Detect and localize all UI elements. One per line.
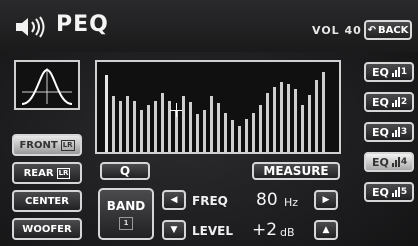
eq-band-bar [252, 113, 255, 152]
eq-preset-number: 5 [400, 187, 408, 197]
eq-band-bar [294, 89, 297, 152]
eq-band-bar [147, 105, 150, 152]
triangle-right-icon: ▶ [322, 195, 330, 205]
back-button-label: BACK [377, 24, 409, 36]
sidebar-item-label: FRONT [19, 139, 58, 151]
level-value: +2 [252, 220, 278, 240]
eq-band-bar [224, 113, 227, 152]
eq-preset-2-button[interactable]: EQ 2 [364, 92, 414, 112]
eq-band-bar [140, 110, 143, 152]
lr-badge: LR [60, 139, 75, 151]
back-arrow-icon: ↶ [367, 24, 376, 36]
eq-preset-number: 2 [400, 97, 408, 107]
eq-band-bar [217, 103, 220, 152]
sidebar-item-rear[interactable]: REAR LR [12, 162, 82, 184]
eq-band-bar [259, 105, 262, 152]
eq-band-bar [266, 93, 269, 152]
eq-band-bar [203, 110, 206, 152]
sidebar-item-center[interactable]: CENTER [12, 190, 82, 212]
level-label: LEVEL [192, 224, 233, 238]
eq-band-bar [280, 82, 283, 152]
measure-button[interactable]: MEASURE [252, 162, 340, 180]
eq-band-bar [161, 93, 164, 152]
eq-band-bar [126, 96, 129, 152]
eq-preset-5-button[interactable]: EQ 5 [364, 182, 414, 202]
freq-up-button[interactable]: ▶ [314, 190, 338, 210]
filter-curve-icon [14, 60, 80, 110]
eq-band-bar [210, 96, 213, 152]
q-button-label: Q [119, 164, 131, 178]
sidebar-item-front[interactable]: FRONT LR [12, 134, 82, 156]
freq-down-button[interactable]: ◀ [162, 190, 186, 210]
eq-bars-icon [391, 187, 400, 197]
eq-band-bar [168, 101, 171, 152]
sidebar-item-label: REAR [23, 167, 54, 179]
peq-screen: PEQ VOL 40 ↶ BACK FRONT LR REAR LR CENTE… [0, 0, 418, 246]
q-button[interactable]: Q [100, 162, 150, 180]
triangle-down-icon: ▼ [170, 225, 178, 235]
sidebar-item-woofer[interactable]: WOOFER [12, 218, 82, 240]
eq-preset-1-button[interactable]: EQ 1 [364, 62, 414, 82]
eq-band-bar [119, 101, 122, 152]
eq-band-bar [301, 105, 304, 152]
triangle-left-icon: ◀ [170, 195, 178, 205]
eq-band-bar [245, 119, 248, 152]
eq-band-bar [231, 120, 234, 152]
eq-band-bar [238, 126, 241, 152]
eq-preset-number: 1 [400, 67, 408, 77]
eq-band-bar [273, 87, 276, 152]
band-number: 1 [119, 216, 133, 230]
eq-preset-number: 4 [400, 157, 408, 167]
eq-preset-3-button[interactable]: EQ 3 [364, 122, 414, 142]
eq-preset-4-button[interactable]: EQ 4 [364, 152, 414, 172]
volume-indicator: VOL 40 [312, 24, 362, 37]
eq-bars-icon [391, 67, 400, 77]
lr-badge: LR [56, 167, 71, 179]
level-down-button[interactable]: ▼ [162, 220, 186, 240]
eq-band-bar [154, 101, 157, 152]
measure-button-label: MEASURE [263, 164, 329, 178]
eq-band-bar [287, 84, 290, 152]
eq-band-bar [322, 72, 325, 152]
eq-band-graph[interactable] [95, 60, 341, 154]
eq-band-bar [315, 80, 318, 152]
eq-preset-label: EQ [372, 125, 389, 139]
header-bar: PEQ VOL 40 ↶ BACK [0, 0, 418, 52]
band-button-label: BAND [106, 198, 146, 213]
eq-band-bar [112, 96, 115, 152]
speaker-icon [16, 16, 45, 38]
back-button[interactable]: ↶ BACK [364, 20, 412, 40]
eq-bars-icon [391, 127, 400, 137]
triangle-up-icon: ▲ [322, 225, 330, 235]
eq-band-bar [189, 102, 192, 152]
eq-bars-icon [391, 97, 400, 107]
eq-preset-number: 3 [400, 127, 408, 137]
eq-preset-label: EQ [372, 155, 389, 169]
freq-unit: Hz [284, 196, 299, 209]
eq-preset-label: EQ [372, 95, 389, 109]
eq-band-bar [182, 96, 185, 152]
eq-preset-label: EQ [372, 65, 389, 79]
eq-band-bar [133, 101, 136, 152]
sidebar-item-label: CENTER [25, 195, 69, 207]
level-unit: dB [280, 226, 295, 239]
eq-band-bar [308, 95, 311, 152]
page-title: PEQ [56, 12, 109, 37]
band-selector-crosshair [170, 110, 182, 111]
eq-band-bar [196, 114, 199, 152]
freq-value: 80 [256, 190, 278, 210]
eq-preset-label: EQ [372, 185, 389, 199]
eq-bars-icon [391, 157, 400, 167]
sidebar-item-label: WOOFER [22, 223, 72, 235]
eq-band-bar [105, 75, 108, 152]
band-button[interactable]: BAND 1 [98, 188, 154, 240]
level-up-button[interactable]: ▲ [314, 220, 338, 240]
freq-label: FREQ [192, 194, 228, 208]
